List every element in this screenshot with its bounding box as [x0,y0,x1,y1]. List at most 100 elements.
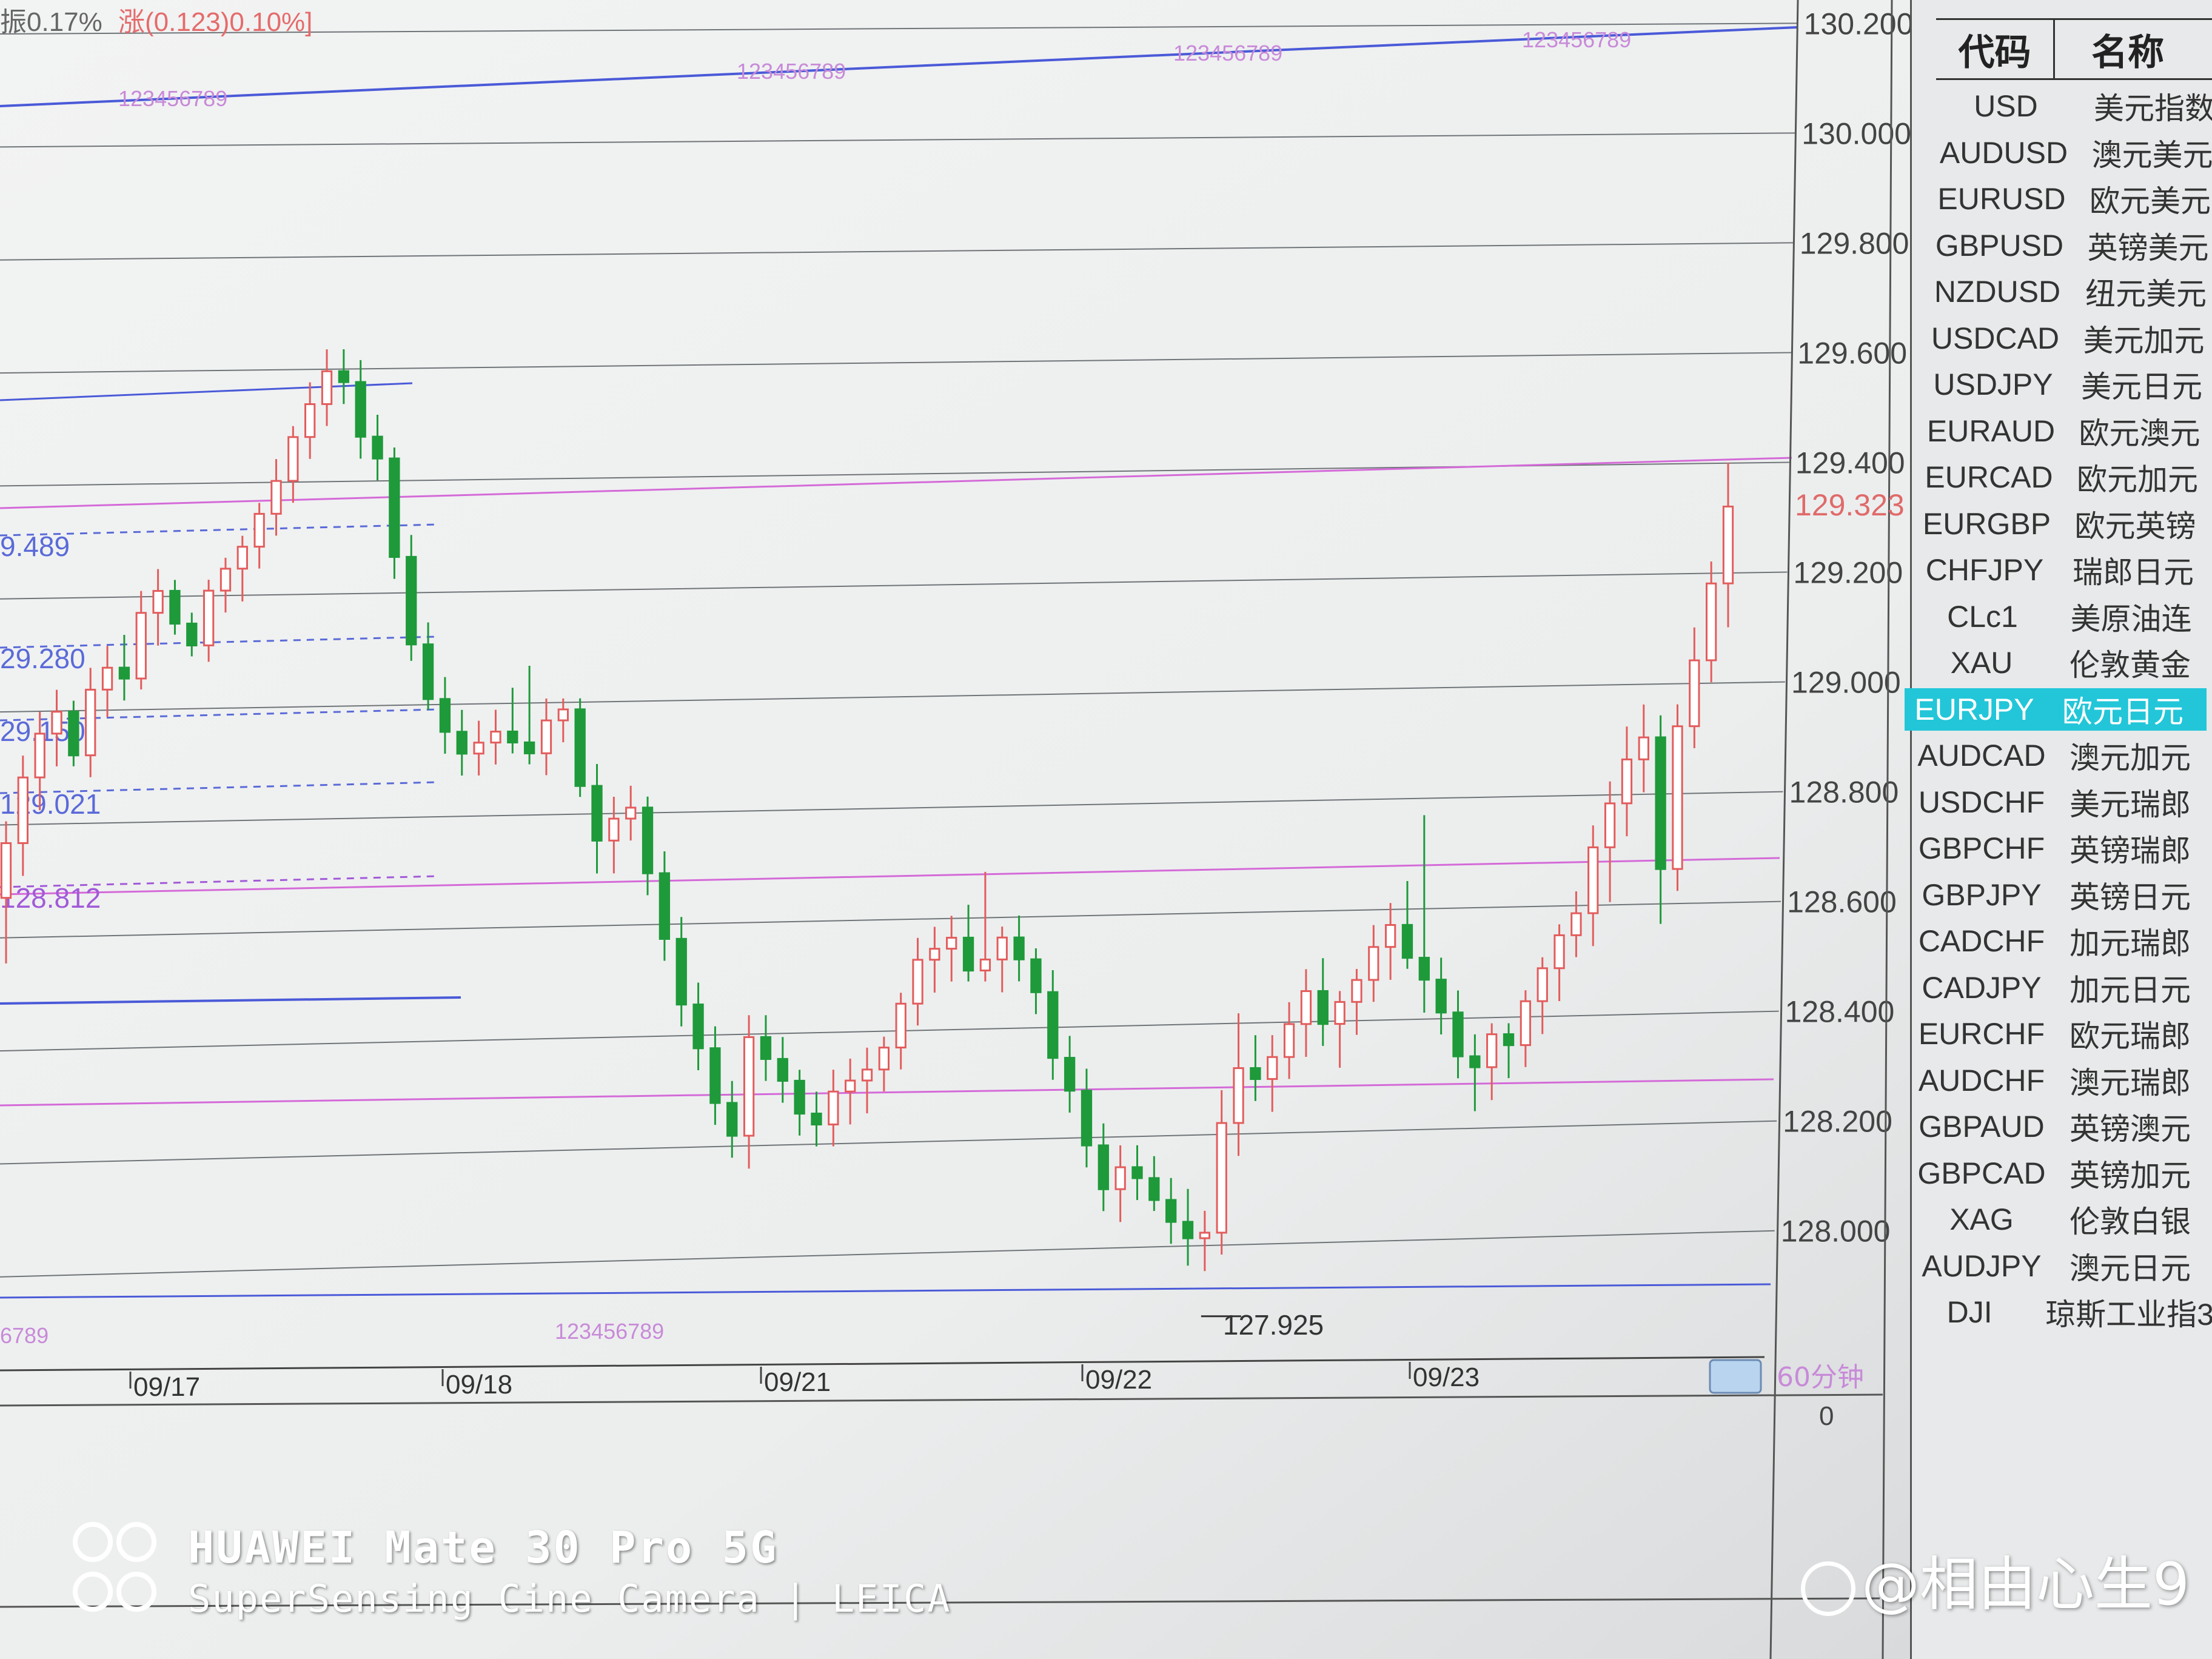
candle-body [1250,1067,1261,1081]
weibo-watermark: @相由心生9 [1801,1537,2190,1621]
candle-body [1081,1090,1093,1147]
watchlist-row[interactable]: GBPAUD 英镑澳元 [1912,1105,2212,1148]
price-axis-label: 128.800 [1789,776,1899,809]
watchlist-row[interactable]: CLc1 美原油连 [1913,595,2212,638]
watchlist-name: 欧元加元 [2077,463,2198,497]
watchlist-row[interactable]: AUDCHF 澳元瑞郎 [1912,1059,2212,1102]
candle-body [1351,979,1362,1003]
candle-body [135,612,147,680]
watchlist-row[interactable]: EURAUD 欧元澳元 [1922,410,2212,452]
candle-body [1199,1232,1211,1239]
candle-body [675,937,687,1006]
candle-body [979,958,991,972]
watchlist-row[interactable]: GBPCHF 英镑瑞郎 [1912,827,2212,870]
candle-body [1469,1055,1481,1068]
watchlist-row[interactable]: AUDJPY 澳元日元 [1912,1245,2212,1287]
watchlist-name: 美原油连 [2070,602,2192,636]
candle-body [1706,582,1717,662]
time-axis-label: 09/23 [1413,1362,1480,1392]
candle-body [1233,1067,1244,1124]
candlestick-chart[interactable]: 9.48929.28029.150129.021128.812123456789… [0,0,2212,1659]
candle-body [422,643,434,700]
candle-body [1317,990,1329,1025]
watchlist-row[interactable]: EURCAD 欧元加元 [1919,456,2212,498]
candle-body [845,1079,856,1093]
watchlist-name: 美元日元 [2081,370,2202,404]
candle-body [1148,1177,1160,1201]
period-button[interactable] [1709,1359,1762,1394]
watchlist-code: EURUSD [1937,182,2066,216]
watchlist-row[interactable]: DJI 琼斯工业指3 [1912,1291,2212,1333]
candle-body [1030,958,1042,993]
watchlist-code: XAG [1949,1202,2014,1236]
watchlist-code: GBPJPY [1922,877,2042,912]
watchlist-row[interactable]: GBPCAD 英镑加元 [1912,1152,2212,1195]
watchlist-code: AUDUSD [1939,135,2068,170]
watchlist-row[interactable]: EURGBP 欧元英镑 [1917,503,2212,545]
watchlist-row[interactable]: GBPUSD 英镑美元 [1930,224,2212,267]
candle-body [1182,1221,1194,1239]
watchlist-header: 代码 名称 [1936,18,2212,80]
candle-body [946,937,957,950]
candle-body [929,948,940,961]
watchlist-row[interactable]: NZDUSD 纽元美元 [1928,270,2212,313]
candle-body [1401,923,1413,959]
camera-watermark-model: HUAWEI Mate 30 Pro 5G [188,1522,779,1573]
watchlist-row[interactable]: EURUSD 欧元美元 [1932,178,2212,220]
watchlist-row[interactable]: EURJPY 欧元日元 [1905,688,2207,731]
candle-body [406,555,417,646]
candle-body [203,589,215,646]
volume-zero-label: 0 [1819,1401,1834,1431]
candle-body [1368,946,1379,981]
watchlist-code: CADCHF [1918,924,2045,958]
candle-body [1672,725,1683,870]
watchlist-row[interactable]: USD 美元指数 [1936,85,2212,127]
watchlist-row[interactable]: USDCHF 美元瑞郎 [1912,781,2212,823]
candle [574,698,586,797]
watchlist-name: 澳元日元 [2070,1251,2191,1285]
watchlist-code: GBPCHF [1918,831,2045,865]
watchlist-code: XAU [1950,646,2013,680]
watchlist-row[interactable]: XAG 伦敦白银 [1912,1198,2212,1241]
candle-body [1384,923,1396,948]
candle-body [1486,1033,1498,1068]
watchlist-name: 欧元英镑 [2074,509,2196,543]
watchlist-row[interactable]: CADCHF 加元瑞郎 [1912,920,2212,962]
time-axis-label: 09/17 [133,1372,200,1402]
candle-body [51,711,62,735]
low-price-label: 127.925 [1223,1309,1324,1341]
watchlist-row[interactable]: GBPJPY 英镑日元 [1912,874,2212,916]
watchlist-row[interactable]: CHFJPY 瑞郎日元 [1915,549,2212,591]
candle-body [152,590,164,614]
watchlist-row[interactable]: XAU 伦敦黄金 [1912,642,2212,684]
current-price-label: 129.323 [1795,488,1905,522]
watchlist-code: USDCAD [1931,321,2060,355]
watchlist-row[interactable]: EURCHF 欧元瑞郎 [1912,1013,2212,1055]
candle-body [1418,957,1430,981]
candle-body [1587,846,1599,914]
watchlist-row[interactable]: AUDCAD 澳元加元 [1912,734,2212,777]
column-header-code[interactable]: 代码 [1936,20,2056,78]
watchlist-row[interactable]: CADJPY 加元日元 [1912,967,2212,1009]
candle-body [1621,758,1633,805]
watchlist-row[interactable]: USDJPY 美元日元 [1923,363,2212,406]
watchlist-code: EURCHF [1918,1017,2045,1051]
watchlist-row[interactable]: USDCAD 美元加元 [1926,317,2212,360]
watchlist-name: 美元瑞郎 [2070,787,2191,822]
candle-body [895,1002,907,1049]
candle-body [507,730,518,743]
candle-body [1114,1166,1126,1190]
candle-body [828,1090,839,1125]
candle-body [1216,1122,1227,1234]
watchlist-code: NZDUSD [1934,275,2061,309]
watchlist-row[interactable]: AUDUSD 澳元美元 [1934,132,2212,174]
change-text: 涨(0.123)0.10%] [118,7,313,37]
watchlist-code: GBPAUD [1919,1110,2045,1144]
candle-body [726,1102,738,1137]
candle-body [523,741,535,754]
watchlist-name: 英镑瑞郎 [2070,834,2191,868]
column-header-name[interactable]: 名称 [2055,20,2212,78]
candle-body [1520,1000,1532,1047]
watchlist-code: CADJPY [1922,970,2042,1005]
watchlist-code: GBPUSD [1935,228,2064,263]
